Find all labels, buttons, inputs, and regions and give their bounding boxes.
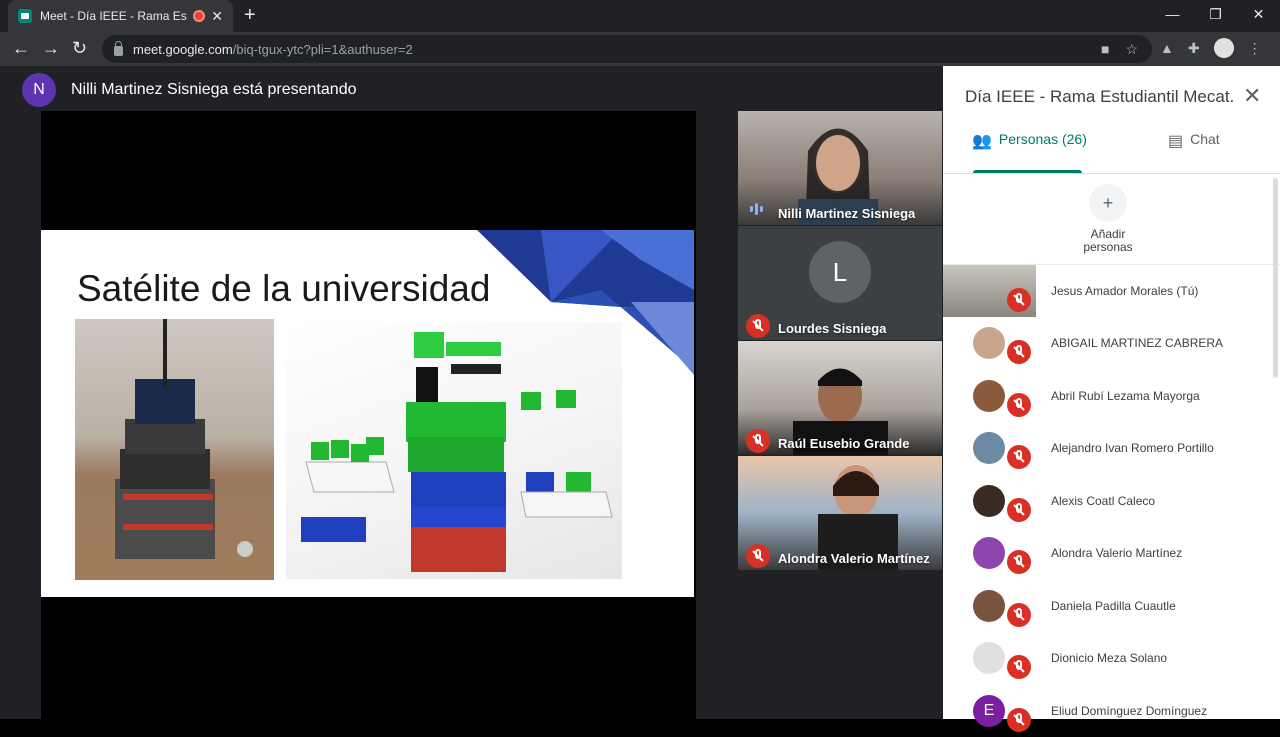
add-people-label: Añadir personas — [1083, 227, 1133, 254]
meeting-title: Día IEEE - Rama Estudiantil Mecat... — [965, 87, 1235, 106]
window-controls: — ❐ ✕ — [1151, 0, 1280, 30]
mic-off-icon — [1007, 655, 1031, 679]
participant-name: Alexis Coatl Caleco — [1051, 494, 1156, 508]
close-window-button[interactable]: ✕ — [1237, 0, 1280, 30]
mic-off-icon — [1007, 445, 1031, 469]
chat-icon: ▤ — [1168, 133, 1184, 150]
presentation-slide: Satélite de la universidad — [41, 230, 694, 597]
presenter-avatar: N — [22, 73, 56, 107]
mic-off-icon — [746, 544, 770, 568]
profile-avatar[interactable] — [1213, 38, 1234, 58]
presenter-bar: N Nilli Martinez Sisniega está presentan… — [22, 73, 356, 107]
browser-tab[interactable]: Meet - Día IEEE - Rama Estud ✕ — [8, 0, 233, 32]
url-path: /biq-tgux-ytc?pli=1&authuser=2 — [232, 41, 413, 57]
participant-name: Dionicio Meza Solano — [1051, 651, 1168, 665]
close-panel-icon[interactable]: ✕ — [1243, 83, 1261, 109]
speaking-indicator-icon — [750, 203, 763, 215]
minimize-button[interactable]: — — [1151, 0, 1194, 30]
mic-off-icon — [746, 314, 770, 338]
people-icon: 👥 — [972, 133, 992, 150]
menu-kebab-icon[interactable]: ⋮ — [1248, 40, 1262, 57]
list-item[interactable]: Alejandro Ivan Romero Portillo — [943, 422, 1273, 474]
participant-name: Alondra Valerio Martínez — [1051, 546, 1183, 560]
browser-toolbar: ← → ↻ meet.google.com /biq-tgux-ytc?pli=… — [0, 32, 1280, 66]
participant-name: Eliud Domínguez Domínguez — [1051, 704, 1208, 718]
list-item[interactable]: Daniela Padilla Cuautle — [943, 580, 1273, 632]
forward-icon[interactable]: → — [42, 38, 60, 58]
recording-icon — [193, 10, 206, 22]
maximize-button[interactable]: ❐ — [1194, 0, 1237, 30]
drive-extension-icon[interactable]: ▲ — [1160, 40, 1174, 56]
satellite-3d-render — [286, 322, 622, 579]
list-item[interactable]: Abril Rubí Lezama Mayorga — [943, 370, 1273, 422]
participant-name: Alejandro Ivan Romero Portillo — [1051, 441, 1214, 455]
mic-off-icon — [746, 429, 770, 453]
mic-off-icon — [1007, 550, 1031, 574]
meet-main-area: N Nilli Martinez Sisniega está presentan… — [0, 66, 943, 719]
avatar — [973, 590, 1005, 622]
add-person-icon: + — [1089, 184, 1127, 222]
lock-icon — [114, 41, 123, 56]
url-domain: meet.google.com — [133, 41, 233, 57]
tile-name: Alondra Valerio Martínez — [778, 551, 930, 566]
shared-screen: Satélite de la universidad — [41, 111, 696, 719]
tile-name: Nilli Martinez Sisniega — [778, 206, 916, 221]
address-bar[interactable]: meet.google.com /biq-tgux-ytc?pli=1&auth… — [102, 35, 1152, 63]
avatar: E — [973, 695, 1005, 727]
mic-off-icon — [1007, 393, 1031, 417]
close-tab-icon[interactable]: ✕ — [211, 8, 223, 25]
add-people-button[interactable]: + Añadir personas — [1078, 184, 1138, 254]
mic-off-icon — [1007, 708, 1031, 732]
presenting-text: Nilli Martinez Sisniega está presentando — [71, 81, 357, 98]
list-item[interactable]: Alexis Coatl Caleco — [943, 475, 1273, 527]
tile-nilli[interactable]: Nilli Martinez Sisniega — [738, 111, 942, 225]
list-item[interactable]: E Eliud Domínguez Domínguez — [943, 685, 1273, 737]
back-icon[interactable]: ← — [12, 38, 30, 58]
meet-favicon-icon — [18, 9, 32, 23]
tab-people-label: Personas (26) — [998, 131, 1087, 147]
extensions-puzzle-icon[interactable]: ✚ — [1188, 40, 1200, 57]
panel-scrollbar[interactable] — [1273, 178, 1278, 378]
list-item[interactable]: Alondra Valerio Martínez — [943, 527, 1273, 579]
panel-divider — [943, 173, 1280, 174]
tile-name: Raúl Eusebio Grande — [778, 436, 910, 451]
camera-icon[interactable]: ■ — [1101, 41, 1109, 58]
tab-title: Meet - Día IEEE - Rama Estud — [40, 9, 188, 23]
mic-off-icon — [1007, 498, 1031, 522]
side-panel: Día IEEE - Rama Estudiantil Mecat... ✕ 👥… — [943, 66, 1280, 732]
tile-avatar: L — [809, 241, 871, 303]
new-tab-button[interactable]: + — [244, 5, 256, 25]
tile-alondra[interactable]: Alondra Valerio Martínez — [738, 456, 942, 570]
bookmark-star-icon[interactable]: ☆ — [1125, 41, 1138, 58]
avatar — [973, 642, 1005, 674]
mic-off-icon — [1007, 288, 1031, 312]
tile-name: Lourdes Sisniega — [778, 321, 887, 336]
avatar — [973, 485, 1005, 517]
participant-name: Abril Rubí Lezama Mayorga — [1051, 389, 1200, 403]
avatar — [973, 432, 1005, 464]
participant-name: ABIGAIL MARTINEZ CABRERA — [1051, 336, 1224, 350]
avatar — [973, 537, 1005, 569]
tab-people[interactable]: 👥 Personas (26) — [972, 131, 1087, 173]
slide-title: Satélite de la universidad — [77, 268, 491, 309]
participant-name: Jesus Amador Morales (Tú) — [1051, 284, 1199, 298]
browser-tab-bar: Meet - Día IEEE - Rama Estud ✕ + — ❐ ✕ — [0, 0, 1280, 32]
mic-off-icon — [1007, 603, 1031, 627]
tile-lourdes[interactable]: L Lourdes Sisniega — [738, 226, 942, 340]
list-item[interactable]: Dionicio Meza Solano — [943, 632, 1273, 684]
participant-name: Daniela Padilla Cuautle — [1051, 599, 1176, 613]
satellite-photo — [75, 319, 274, 580]
avatar — [973, 380, 1005, 412]
tab-chat-label: Chat — [1190, 131, 1220, 147]
list-item[interactable]: ABIGAIL MARTINEZ CABRERA — [943, 317, 1273, 369]
avatar — [973, 327, 1005, 359]
tile-raul[interactable]: Raúl Eusebio Grande — [738, 341, 942, 455]
mic-off-icon — [1007, 340, 1031, 364]
reload-icon[interactable]: ↻ — [72, 38, 87, 58]
list-item[interactable]: Jesus Amador Morales (Tú) — [943, 265, 1273, 317]
tab-chat[interactable]: ▤ Chat — [1168, 131, 1220, 173]
